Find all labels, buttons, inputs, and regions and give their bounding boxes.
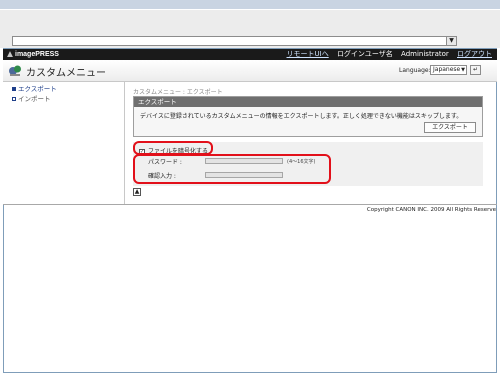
chevron-down-icon: ▼ bbox=[461, 67, 465, 73]
sidebar-item-export[interactable]: エクスポート bbox=[12, 83, 57, 93]
language-select[interactable]: Japanese ▼ bbox=[430, 65, 467, 75]
breadcrumb: カスタムメニュー : エクスポート bbox=[133, 89, 223, 96]
language-value: Japanese bbox=[433, 66, 461, 73]
login-user-label: ログインユーザ名 bbox=[336, 50, 393, 58]
copyright: Copyright CANON INC. 2009 All Rights Res… bbox=[366, 207, 496, 213]
export-button[interactable]: エクスポート bbox=[424, 122, 476, 133]
toolbar-strip bbox=[0, 9, 500, 33]
custom-menu-icon bbox=[9, 65, 21, 76]
brand-logo-text: imagePRESS bbox=[15, 51, 59, 58]
sidebar-item-import[interactable]: インポート bbox=[12, 93, 51, 103]
export-description: デバイスに登録されているカスタムメニューの情報をエクスポートします。正しく処理で… bbox=[140, 113, 463, 120]
remote-ui-link[interactable]: リモートUIへ bbox=[287, 50, 329, 58]
export-panel: エクスポート デバイスに登録されているカスタムメニューの情報をエクスポートします… bbox=[133, 96, 483, 137]
sidebar-item-label: エクスポート bbox=[18, 85, 57, 93]
language-label: Language: bbox=[399, 67, 431, 74]
brand-links: リモートUIへ ログインユーザ名 Administrator ログアウト bbox=[281, 50, 493, 59]
login-user-name: Administrator bbox=[401, 50, 449, 58]
address-input[interactable] bbox=[12, 36, 457, 46]
back-to-top-icon[interactable]: ▲ bbox=[133, 188, 141, 196]
highlight-password bbox=[133, 154, 331, 184]
language-apply-button[interactable]: ↵ bbox=[470, 65, 481, 75]
highlight-encrypt bbox=[133, 141, 213, 155]
browser-toolbar bbox=[0, 0, 500, 33]
bullet-icon bbox=[12, 97, 16, 101]
footer-divider bbox=[3, 204, 497, 205]
brand-logo: imagePRESS bbox=[7, 50, 59, 59]
address-dropdown-button[interactable]: ▼ bbox=[446, 36, 457, 46]
page-title: カスタムメニュー bbox=[26, 68, 106, 79]
bullet-icon bbox=[12, 87, 16, 91]
sidebar: エクスポート インポート bbox=[3, 82, 125, 204]
sidebar-item-label: インポート bbox=[18, 95, 51, 103]
logo-icon bbox=[7, 51, 13, 58]
logout-link[interactable]: ログアウト bbox=[457, 50, 492, 58]
export-heading: エクスポート bbox=[134, 97, 482, 107]
title-strip bbox=[0, 0, 500, 9]
